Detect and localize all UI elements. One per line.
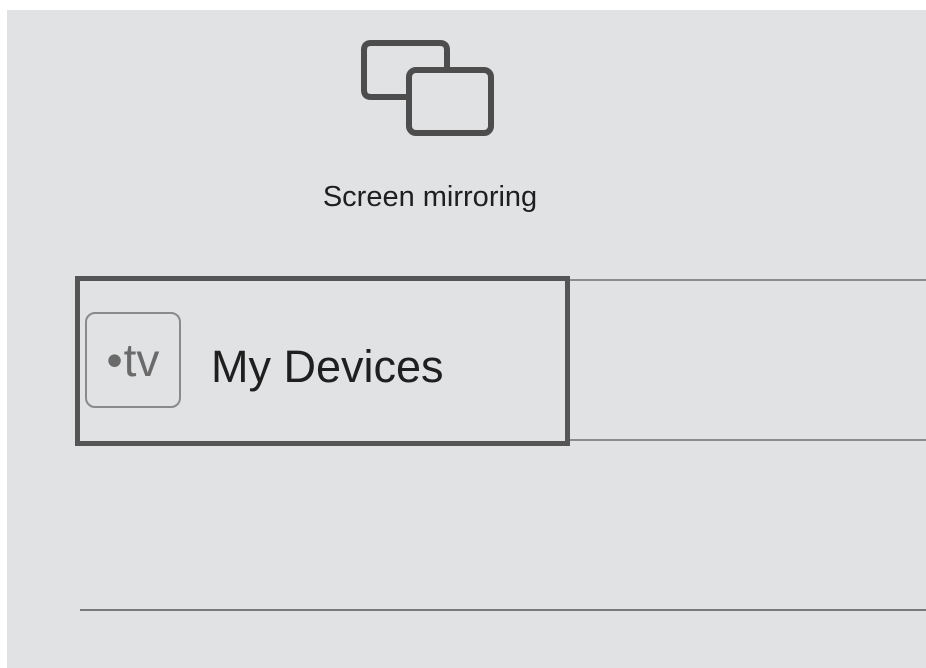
tv-badge-text: tv bbox=[123, 334, 160, 386]
tv-badge-dot: • bbox=[106, 334, 123, 386]
screen-mirroring-button[interactable]: Screen mirroring bbox=[280, 40, 580, 230]
my-devices-label: My Devices bbox=[211, 341, 444, 392]
section-divider bbox=[80, 609, 926, 611]
screen-mirroring-label: Screen mirroring bbox=[322, 181, 538, 213]
apple-tv-icon: • tv bbox=[85, 312, 181, 408]
my-devices-button[interactable]: • tv My Devices bbox=[75, 276, 570, 446]
device-list-row bbox=[568, 279, 926, 441]
screen-mirroring-icon bbox=[360, 40, 500, 140]
